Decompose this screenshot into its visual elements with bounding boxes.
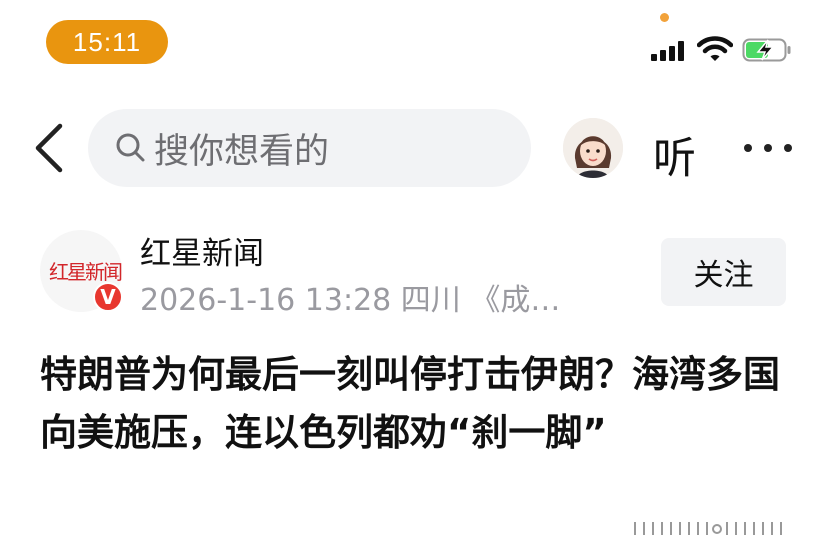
listen-button[interactable]: 听 xyxy=(653,124,696,186)
avatar-illustration xyxy=(563,118,623,178)
status-time-text: 15:11 xyxy=(72,26,142,57)
more-icon[interactable] xyxy=(744,144,792,154)
publisher-logo-text: 红星新闻 xyxy=(49,260,123,284)
search-icon xyxy=(116,133,145,162)
avatar[interactable] xyxy=(563,118,623,178)
article-headline: 特朗普为何最后一刻叫停打击伊朗？海湾多国向美施压，连以色列都劝“刹一脚” xyxy=(40,353,780,454)
battery-charging-icon xyxy=(742,38,791,62)
privacy-indicator-dot xyxy=(660,13,669,22)
publish-meta: 2026-1-16 13:28 四川 《成… xyxy=(140,283,561,318)
publisher-name[interactable]: 红星新闻 xyxy=(140,228,264,273)
back-icon[interactable] xyxy=(30,120,70,176)
signal-icon xyxy=(651,41,687,61)
follow-button[interactable]: 关注 xyxy=(661,238,786,306)
status-time: 15:11 xyxy=(46,20,168,64)
wifi-icon xyxy=(697,36,733,61)
verified-badge-icon: V xyxy=(93,282,123,312)
search-input[interactable]: 搜你想看的 xyxy=(88,109,531,187)
scroll-progress-icon xyxy=(634,522,782,535)
search-placeholder: 搜你想看的 xyxy=(154,131,330,172)
